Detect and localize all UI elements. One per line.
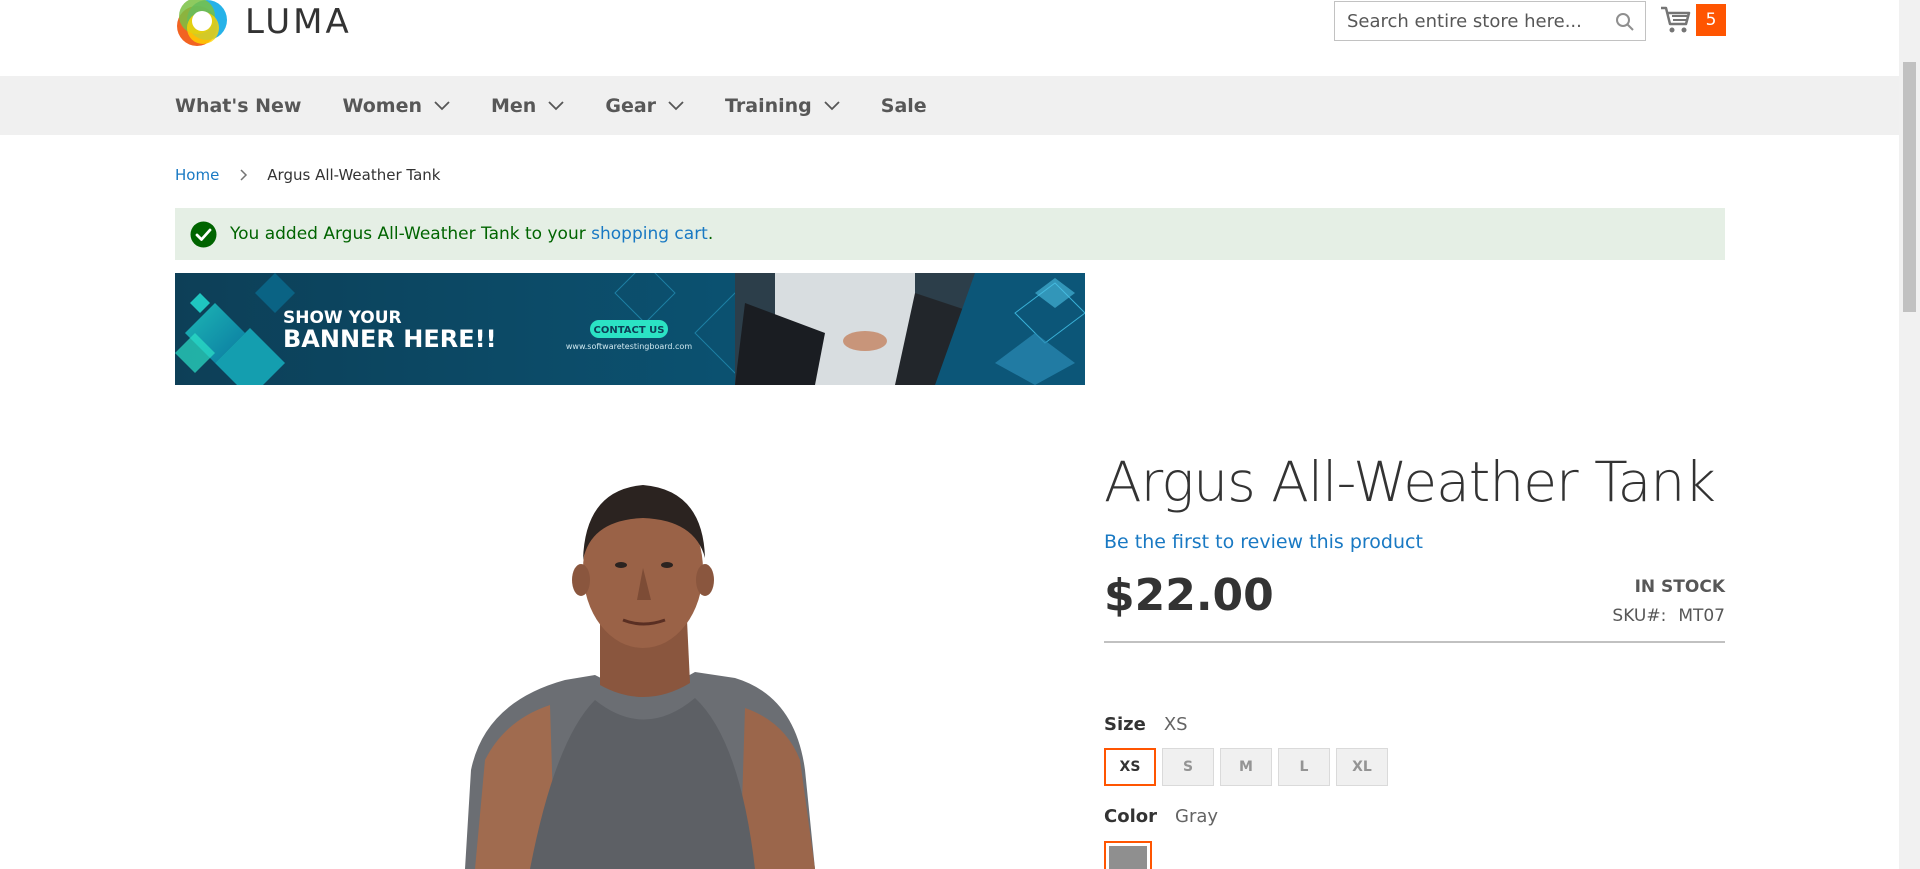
search-icon[interactable] xyxy=(1615,12,1635,32)
message-prefix: You added Argus All-Weather Tank to your xyxy=(230,224,592,244)
chevron-right-icon xyxy=(240,169,248,181)
nav-item-whats-new[interactable]: What's New xyxy=(175,95,301,117)
first-review-link[interactable]: Be the first to review this product xyxy=(1104,531,1423,553)
color-label-text: Color xyxy=(1104,806,1157,827)
chevron-down-icon xyxy=(434,100,450,110)
product-price: $22.00 xyxy=(1104,570,1274,621)
chevron-down-icon xyxy=(668,100,684,110)
breadcrumb-home-link[interactable]: Home xyxy=(175,166,219,184)
size-swatch-xl[interactable]: XL xyxy=(1336,748,1388,786)
main-navigation: What's New Women Men Gear Training Sale xyxy=(0,76,1899,135)
nav-item-label: Training xyxy=(725,94,812,117)
message-suffix: . xyxy=(707,224,714,244)
size-option-label: Size XS xyxy=(1104,714,1188,735)
color-swatch-gray[interactable] xyxy=(1104,841,1152,869)
divider xyxy=(1104,641,1725,643)
search-input[interactable] xyxy=(1335,2,1605,40)
sku-value: MT07 xyxy=(1678,606,1725,626)
checkmark-icon xyxy=(190,221,217,247)
search-box xyxy=(1334,1,1646,41)
size-swatch-m[interactable]: M xyxy=(1220,748,1272,786)
breadcrumb-current: Argus All-Weather Tank xyxy=(267,166,441,184)
size-swatch-s[interactable]: S xyxy=(1162,748,1214,786)
cart-count-badge: 5 xyxy=(1696,4,1726,36)
chevron-down-icon xyxy=(824,100,840,110)
promo-banner[interactable]: SHOW YOUR BANNER HERE!! CONTACT US www.s… xyxy=(175,273,1085,385)
product-image[interactable] xyxy=(175,440,1085,869)
size-swatches: XS S M L XL xyxy=(1103,747,1394,787)
nav-item-label: Men xyxy=(491,94,537,117)
color-selected-value: Gray xyxy=(1175,806,1219,827)
page-scrollbar[interactable] xyxy=(1899,0,1920,869)
nav-item-label: Women xyxy=(342,94,423,117)
nav-item-women[interactable]: Women xyxy=(342,95,450,117)
scrollbar-thumb[interactable] xyxy=(1903,62,1916,312)
nav-item-training[interactable]: Training xyxy=(725,95,840,117)
minicart[interactable]: 5 xyxy=(1660,4,1726,36)
shopping-cart-icon xyxy=(1661,6,1691,33)
chevron-down-icon xyxy=(548,100,564,110)
color-swatch-fill xyxy=(1109,846,1147,869)
nav-item-gear[interactable]: Gear xyxy=(605,95,684,117)
size-label-text: Size xyxy=(1104,714,1146,735)
color-option-label: Color Gray xyxy=(1104,806,1218,827)
logo-text: LUMA xyxy=(245,2,352,42)
nav-item-label: What's New xyxy=(175,94,302,117)
nav-item-sale[interactable]: Sale xyxy=(881,95,927,117)
nav-item-label: Sale xyxy=(880,94,927,117)
page-header: LUMA 5 xyxy=(0,0,1899,76)
breadcrumb: Home Argus All-Weather Tank xyxy=(175,166,440,184)
banner-line2: BANNER HERE!! xyxy=(283,325,497,353)
success-message: You added Argus All-Weather Tank to your… xyxy=(175,208,1725,260)
banner-cta: CONTACT US xyxy=(594,325,665,336)
banner-graphic: SHOW YOUR BANNER HERE!! CONTACT US www.s… xyxy=(175,273,1085,385)
shopping-cart-link[interactable]: shopping cart xyxy=(591,224,708,244)
luma-logo-icon xyxy=(177,0,227,46)
size-swatch-xs[interactable]: XS xyxy=(1103,747,1157,787)
stock-status: In stock xyxy=(1634,577,1725,597)
product-sku: SKU#: MT07 xyxy=(1612,606,1725,626)
product-photo xyxy=(465,485,815,869)
store-logo[interactable]: LUMA xyxy=(175,0,352,48)
nav-item-men[interactable]: Men xyxy=(491,95,564,117)
banner-url: www.softwaretestingboard.com xyxy=(566,342,692,351)
product-title: Argus All-Weather Tank xyxy=(1104,450,1716,514)
sku-label: SKU#: xyxy=(1612,606,1667,626)
message-text: You added Argus All-Weather Tank to your… xyxy=(230,224,713,244)
size-selected-value: XS xyxy=(1163,714,1188,735)
nav-item-label: Gear xyxy=(605,94,657,117)
size-swatch-l[interactable]: L xyxy=(1278,748,1330,786)
